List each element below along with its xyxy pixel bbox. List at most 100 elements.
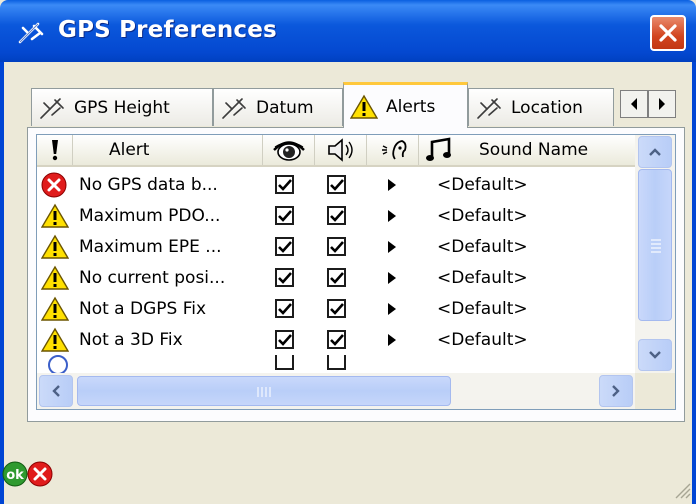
audible-checkbox[interactable] xyxy=(327,200,346,231)
list-row-no-current-position[interactable]: No current posi... <Default> xyxy=(37,262,635,293)
visible-checkbox[interactable] xyxy=(275,231,294,262)
window-title: GPS Preferences xyxy=(58,17,277,43)
scroll-left-button[interactable] xyxy=(39,375,73,407)
alerts-list[interactable]: Alert Sound Name No GPS data b... <Defau… xyxy=(36,134,676,410)
column-header-sound[interactable]: Sound Name xyxy=(419,135,635,165)
visible-checkbox[interactable] xyxy=(275,200,294,231)
window-border-left xyxy=(0,62,4,504)
play-icon[interactable] xyxy=(387,324,397,355)
ok-label: ok xyxy=(6,468,24,483)
audible-checkbox[interactable] xyxy=(327,231,346,262)
play-icon[interactable] xyxy=(387,293,397,324)
warning-icon xyxy=(41,327,69,352)
list-row-maximum-pdop[interactable]: Maximum PDO... <Default> xyxy=(37,200,635,231)
window-border-right xyxy=(692,62,696,504)
tab-datum[interactable]: Datum xyxy=(213,88,343,126)
alerts-panel: Alert Sound Name No GPS data b... <Defau… xyxy=(27,127,685,422)
play-icon[interactable] xyxy=(387,231,397,262)
list-row-no-gps-data[interactable]: No GPS data b... <Default> xyxy=(37,169,635,200)
audible-checkbox[interactable] xyxy=(327,355,346,373)
horizontal-scroll-thumb[interactable] xyxy=(77,376,451,406)
chevron-up-icon xyxy=(649,148,661,156)
alert-name: Not a DGPS Fix xyxy=(79,298,207,319)
column-header-speech[interactable] xyxy=(367,135,419,165)
chevron-left-icon xyxy=(52,385,60,397)
music-note-icon xyxy=(426,137,451,161)
chevron-down-icon xyxy=(649,351,661,359)
tab-location[interactable]: Location xyxy=(468,88,614,126)
list-row-maximum-epe[interactable]: Maximum EPE ... <Default> xyxy=(37,231,635,262)
exclamation-icon xyxy=(51,140,58,161)
sound-name: <Default> xyxy=(437,329,528,350)
tab-label: Alerts xyxy=(386,96,436,117)
resize-grip-icon[interactable] xyxy=(672,480,692,500)
alert-name: Not a 3D Fix xyxy=(79,329,183,350)
speech-icon xyxy=(381,140,406,160)
visible-checkbox[interactable] xyxy=(275,293,294,324)
column-header-alert[interactable]: Alert xyxy=(73,135,263,165)
cancel-button[interactable] xyxy=(27,461,53,487)
tab-scroll-left-button[interactable] xyxy=(620,90,648,118)
scrollbar-corner xyxy=(635,373,675,409)
chevron-right-icon xyxy=(659,98,665,110)
list-row-partial[interactable] xyxy=(37,355,635,373)
ok-icon: ok xyxy=(2,461,28,487)
visible-checkbox[interactable] xyxy=(275,324,294,355)
tab-gps-height[interactable]: GPS Height xyxy=(31,88,213,126)
tab-alerts[interactable]: Alerts xyxy=(343,82,468,128)
alert-name: No GPS data b... xyxy=(79,174,218,195)
tab-label: Location xyxy=(511,97,583,118)
satellite-icon xyxy=(477,97,501,119)
visible-checkbox[interactable] xyxy=(275,355,294,373)
grip-icon xyxy=(651,239,661,253)
list-header: Alert Sound Name xyxy=(37,135,635,167)
audible-checkbox[interactable] xyxy=(327,169,346,200)
tab-label: Datum xyxy=(256,97,314,118)
list-row-not-dgps-fix[interactable]: Not a DGPS Fix <Default> xyxy=(37,293,635,324)
audible-checkbox[interactable] xyxy=(327,293,346,324)
horizontal-scrollbar[interactable] xyxy=(37,373,635,409)
play-icon[interactable] xyxy=(387,200,397,231)
satellite-icon xyxy=(40,97,64,119)
close-icon xyxy=(659,24,677,42)
chevron-left-icon xyxy=(631,98,637,110)
satellite-icon xyxy=(222,97,246,119)
warning-icon xyxy=(41,203,69,228)
list-row-not-3d-fix[interactable]: Not a 3D Fix <Default> xyxy=(37,324,635,355)
severity-cell xyxy=(41,324,69,355)
audible-checkbox[interactable] xyxy=(327,324,346,355)
close-button[interactable] xyxy=(650,15,686,51)
scroll-right-button[interactable] xyxy=(599,375,633,407)
info-icon xyxy=(47,355,69,373)
scroll-up-button[interactable] xyxy=(638,136,672,168)
grip-icon xyxy=(257,387,271,397)
column-header-severity[interactable] xyxy=(37,135,73,165)
warning-icon xyxy=(41,265,69,290)
column-header-audible[interactable] xyxy=(315,135,367,165)
sound-name: <Default> xyxy=(437,205,528,226)
alert-name: No current posi... xyxy=(79,267,226,288)
play-icon[interactable] xyxy=(387,262,397,293)
alert-name: Maximum EPE ... xyxy=(79,236,222,257)
sound-name: <Default> xyxy=(437,267,528,288)
error-icon xyxy=(41,172,67,197)
play-icon[interactable] xyxy=(387,169,397,200)
alert-name: Maximum PDO... xyxy=(79,205,221,226)
cancel-icon xyxy=(27,461,53,487)
severity-cell xyxy=(41,262,69,293)
audible-checkbox[interactable] xyxy=(327,262,346,293)
warning-icon xyxy=(350,94,378,119)
column-header-visible[interactable] xyxy=(263,135,315,165)
title-bar[interactable]: GPS Preferences xyxy=(0,0,696,62)
visible-checkbox[interactable] xyxy=(275,169,294,200)
ok-button[interactable]: ok xyxy=(2,461,28,487)
tab-scroll-right-button[interactable] xyxy=(648,90,676,118)
vertical-scrollbar[interactable] xyxy=(635,135,675,373)
scroll-down-button[interactable] xyxy=(638,339,672,371)
visible-checkbox[interactable] xyxy=(275,262,294,293)
warning-icon xyxy=(41,234,69,259)
sound-name: <Default> xyxy=(437,298,528,319)
severity-cell xyxy=(41,231,69,262)
eye-icon xyxy=(272,141,305,161)
vertical-scroll-thumb[interactable] xyxy=(638,169,672,321)
